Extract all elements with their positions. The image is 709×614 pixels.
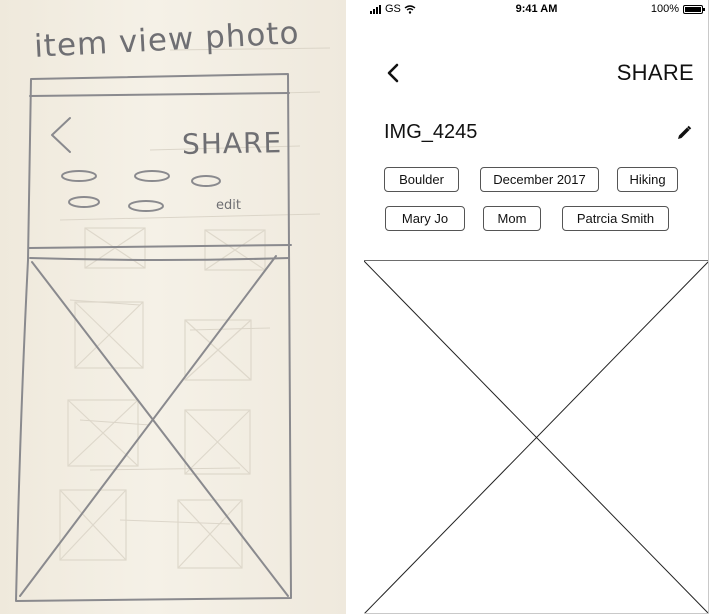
- status-right: 100%: [650, 3, 705, 15]
- tag-hiking[interactable]: Hiking: [617, 167, 678, 192]
- chevron-left-icon: [387, 63, 399, 83]
- pencil-icon: [678, 125, 692, 139]
- sketch-drawing: [15, 47, 331, 602]
- tag-mom[interactable]: Mom: [483, 206, 541, 231]
- battery-percent: 100%: [650, 3, 679, 15]
- nav-bar: SHARE: [364, 50, 709, 96]
- tag-patrcia-smith[interactable]: Patrcia Smith: [562, 206, 669, 231]
- sketch-share-label: SHARE: [181, 126, 283, 161]
- share-button[interactable]: SHARE: [617, 60, 694, 86]
- photo-placeholder[interactable]: [364, 261, 709, 614]
- tag-mary-jo[interactable]: Mary Jo: [385, 206, 465, 231]
- status-bar: GS 9:41 AM 100%: [364, 0, 709, 18]
- battery-icon: [683, 4, 705, 14]
- edit-button[interactable]: [673, 122, 695, 144]
- tag-boulder[interactable]: Boulder: [384, 167, 459, 192]
- gutter: [346, 0, 364, 614]
- back-button[interactable]: [378, 58, 408, 88]
- phone-wireframe: GS 9:41 AM 100% SHARE IMG_4245 Boulder D…: [364, 0, 709, 614]
- tag-december-2017[interactable]: December 2017: [480, 167, 599, 192]
- photo-title: IMG_4245: [384, 121, 478, 143]
- paper-sketch: item view photo SHARE edit: [0, 0, 346, 614]
- sketch-edit-label: edit: [216, 198, 241, 213]
